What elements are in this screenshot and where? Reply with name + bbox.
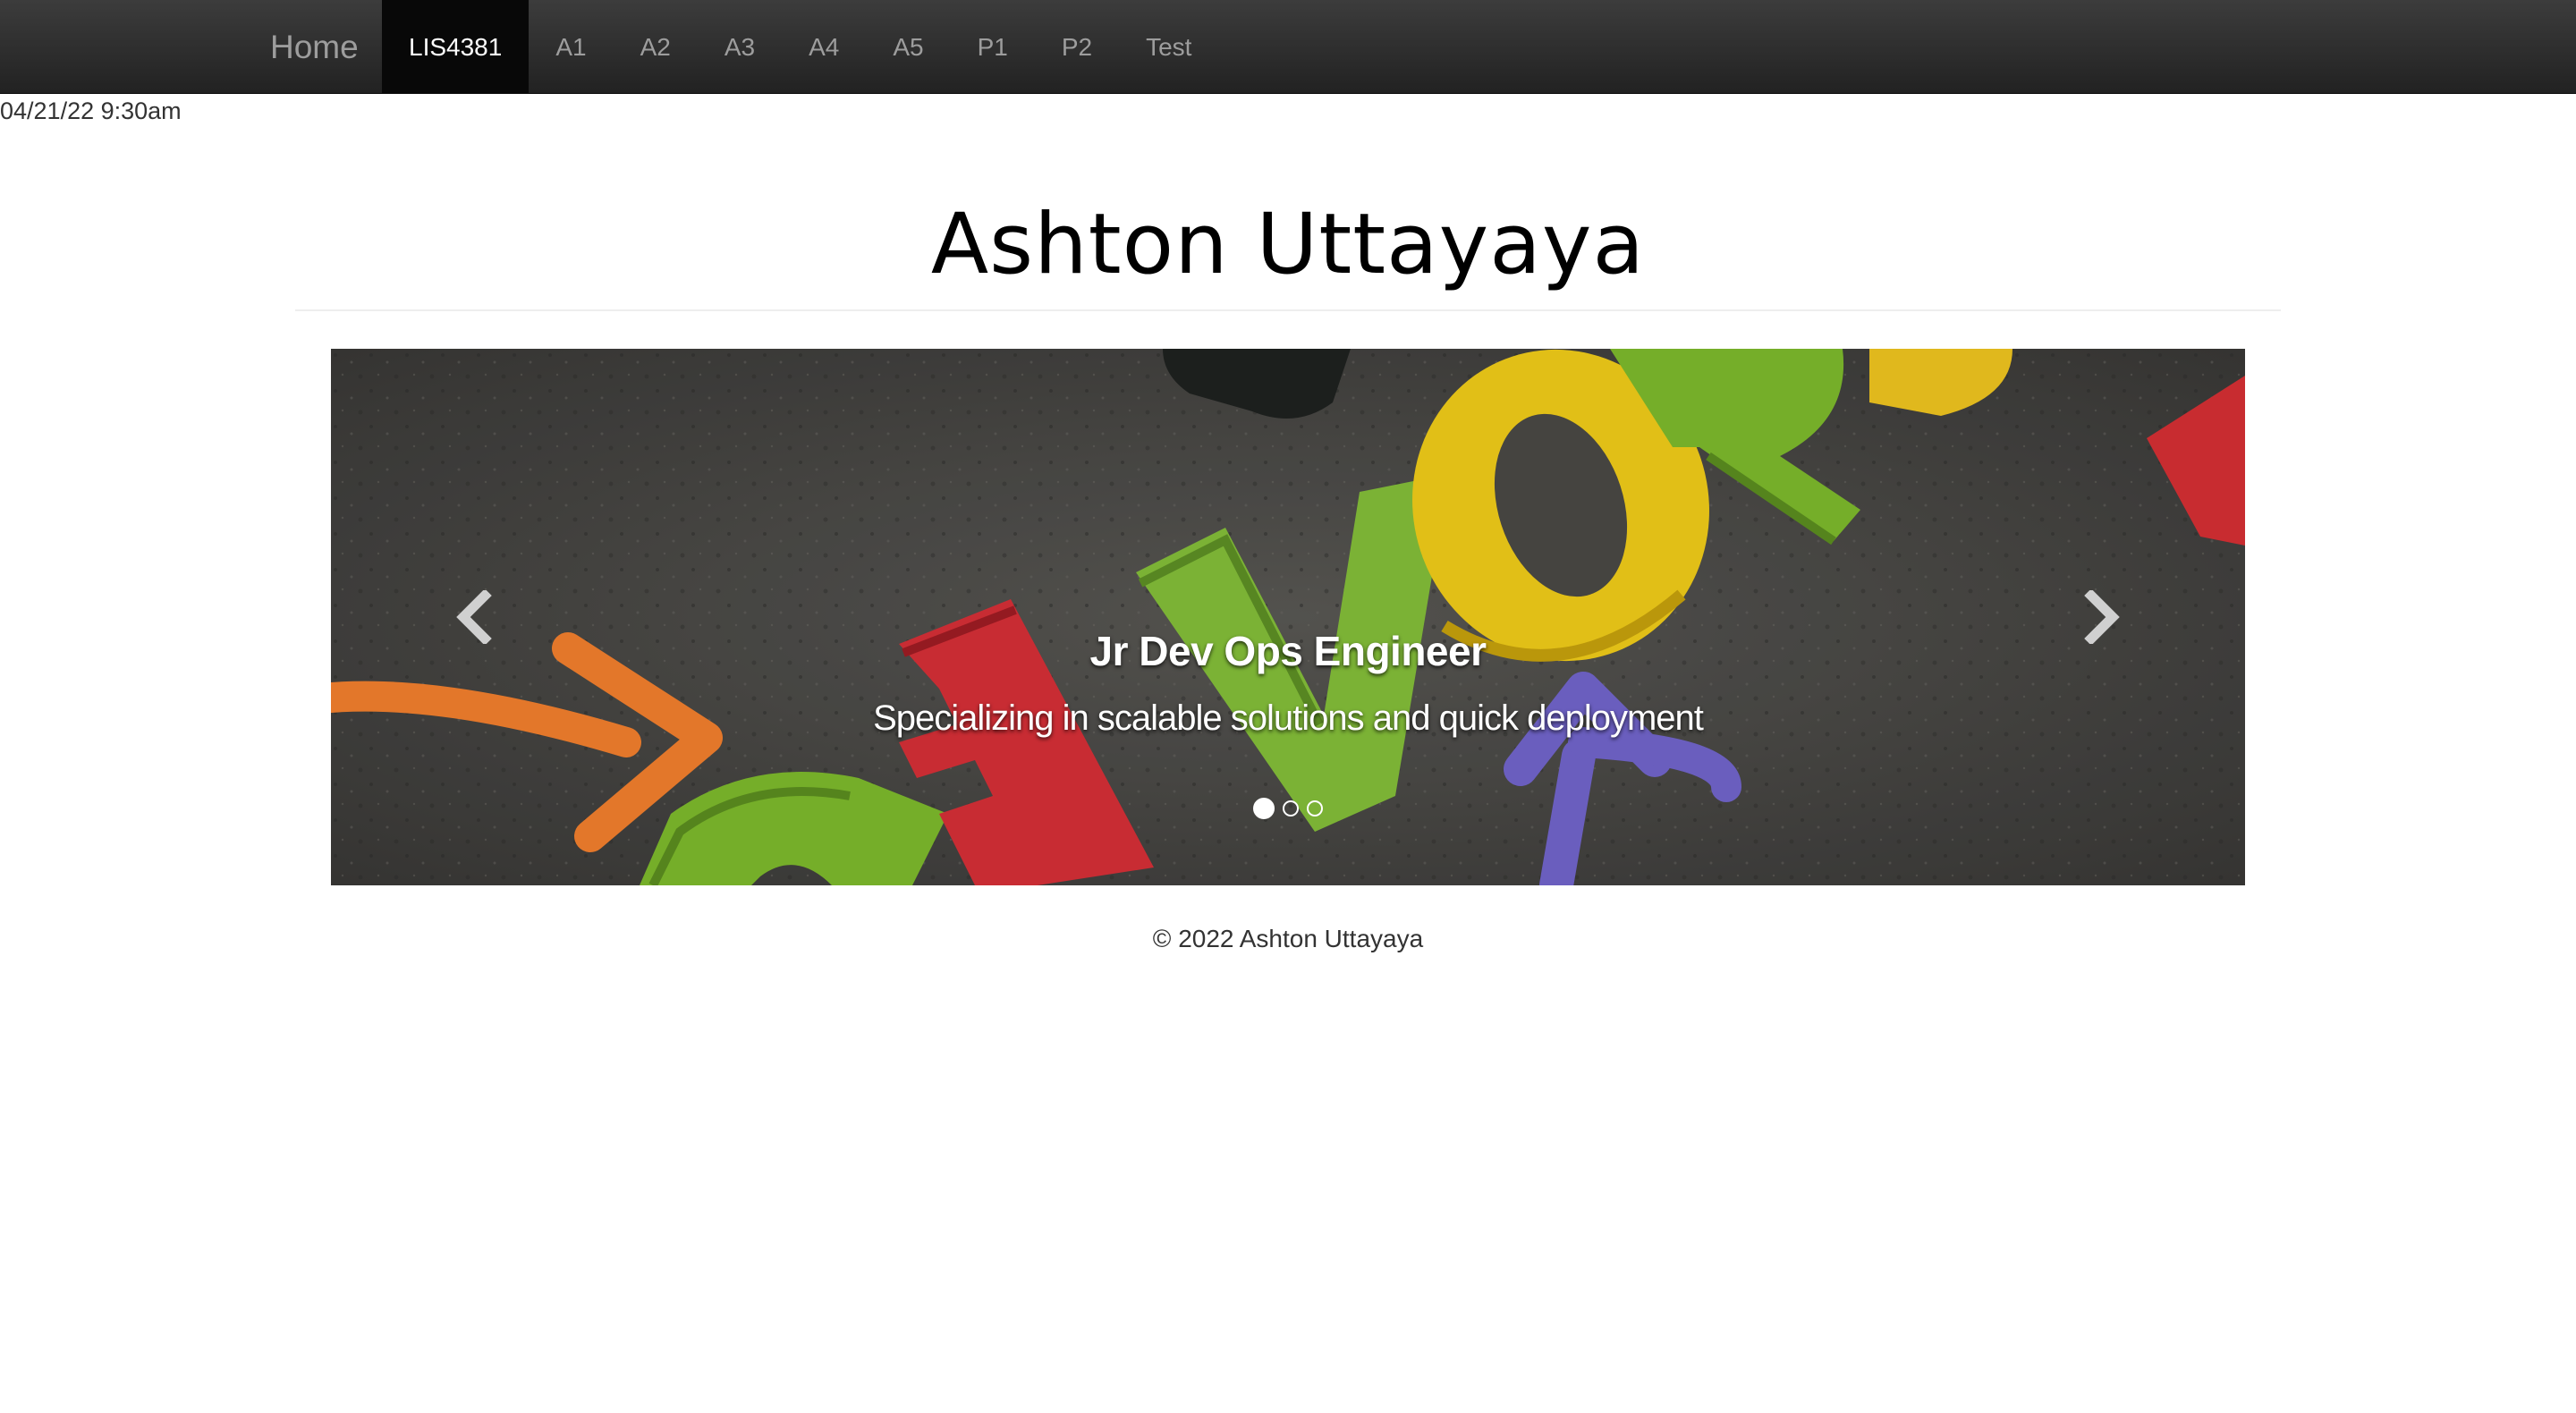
footer-copyright: © 2022 Ashton Uttayaya — [1152, 925, 1424, 952]
nav-item-a4[interactable]: A4 — [782, 0, 866, 94]
nav-item-p1[interactable]: P1 — [951, 0, 1035, 94]
nav-item-a3[interactable]: A3 — [698, 0, 782, 94]
timestamp: 04/21/22 9:30am — [0, 97, 182, 124]
chevron-right-icon — [2084, 590, 2120, 644]
page-title: Ashton Uttayaya — [930, 196, 1646, 293]
carousel-caption: Jr Dev Ops Engineer Specializing in scal… — [617, 626, 1959, 740]
caption-text: Specializing in scalable solutions and q… — [873, 698, 1704, 738]
nav-list: LIS4381 A1 A2 A3 A4 A5 P1 P2 Test — [382, 0, 1218, 94]
nav-brand-home[interactable]: Home — [243, 0, 386, 94]
nav-item-a2[interactable]: A2 — [614, 0, 698, 94]
caption-title: Jr Dev Ops Engineer — [1089, 628, 1487, 674]
top-navbar: Home LIS4381 A1 A2 A3 A4 A5 P1 P2 Test — [0, 0, 2576, 94]
nav-item-a5[interactable]: A5 — [866, 0, 950, 94]
nav-item-test[interactable]: Test — [1119, 0, 1218, 94]
nav-item-a1[interactable]: A1 — [529, 0, 613, 94]
hero-carousel: Jr Dev Ops Engineer Specializing in scal… — [331, 349, 2245, 885]
chevron-left-icon — [456, 590, 492, 644]
nav-item-lis4381[interactable]: LIS4381 — [382, 0, 530, 94]
carousel-indicator-2[interactable] — [1283, 800, 1299, 816]
nav-item-p2[interactable]: P2 — [1035, 0, 1119, 94]
carousel-indicator-1[interactable] — [1253, 798, 1275, 819]
page-header: Ashton Uttayaya — [295, 179, 2281, 311]
carousel-indicators — [331, 798, 2245, 819]
carousel-indicator-3[interactable] — [1307, 800, 1323, 816]
